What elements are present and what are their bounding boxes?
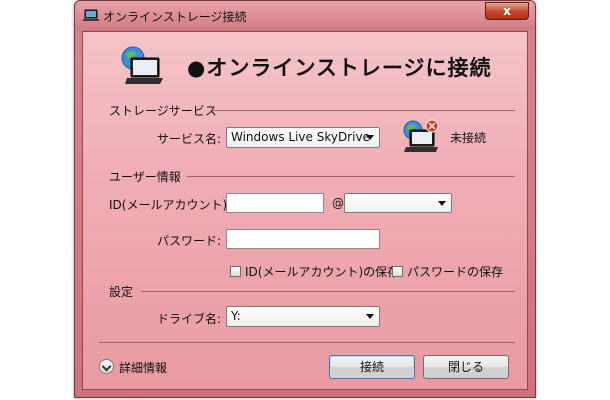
drive-select-value: Y: (231, 309, 241, 323)
laptop-disconnected-icon (403, 119, 439, 152)
service-name-label: サービス名: (157, 132, 222, 146)
user-section-label: ユーザー情報 (109, 170, 181, 184)
storage-section-divider (213, 110, 515, 111)
window-app-icon (83, 9, 99, 21)
dialog-heading: ●オンラインストレージに接続 (187, 56, 492, 80)
id-input[interactable] (226, 193, 324, 213)
service-select-value: Windows Live SkyDrive (231, 130, 370, 144)
settings-section-label: 設定 (109, 285, 134, 299)
chevron-down-icon (366, 135, 374, 140)
at-sign-label: @ (332, 196, 344, 210)
storage-connect-dialog: オンラインストレージ接続 x ●オンラインストレージに接続 ストレージサービス … (74, 0, 536, 398)
save-password-label: パスワードの保存 (407, 265, 504, 279)
dialog-body: ●オンラインストレージに接続 ストレージサービス サービス名: Windows … (82, 31, 528, 390)
laptop-globe-icon (121, 46, 163, 84)
drive-name-label: ドライブ名: (157, 312, 222, 326)
chevron-down-icon (438, 201, 446, 206)
chevron-down-icon (366, 314, 374, 319)
footer-divider (99, 342, 515, 343)
close-window-button[interactable]: x (485, 2, 529, 20)
domain-select[interactable] (344, 193, 452, 213)
password-input[interactable] (226, 229, 380, 249)
save-id-label: ID(メールアカウント)の保存 (245, 265, 400, 279)
connect-button[interactable]: 接続 (329, 355, 415, 379)
storage-section-label: ストレージサービス (109, 104, 217, 118)
id-label: ID(メールアカウント): (109, 198, 232, 212)
connection-status-text: 未接続 (450, 131, 487, 145)
password-label: パスワード: (157, 234, 222, 248)
save-password-checkbox[interactable] (392, 266, 403, 277)
user-section-divider (187, 176, 515, 177)
title-bar: オンラインストレージ接続 x (75, 1, 535, 31)
details-expand-button[interactable] (99, 359, 114, 374)
close-button[interactable]: 閉じる (423, 355, 509, 379)
service-select[interactable]: Windows Live SkyDrive (226, 127, 380, 148)
drive-select[interactable]: Y: (226, 306, 380, 327)
settings-section-divider (141, 291, 515, 292)
window-title: オンラインストレージ接続 (103, 10, 247, 24)
details-label[interactable]: 詳細情報 (119, 359, 167, 376)
save-id-checkbox[interactable] (230, 266, 241, 277)
